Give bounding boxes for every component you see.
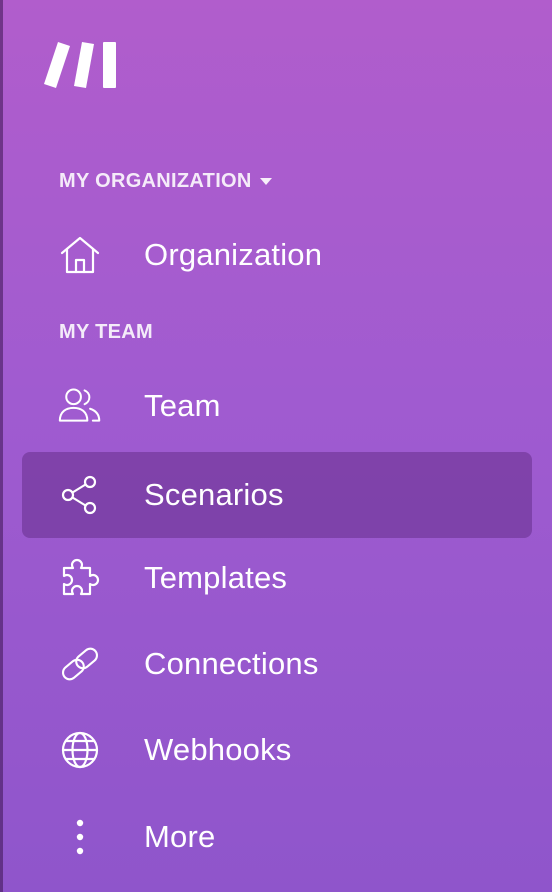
nav-item-connections[interactable]: Connections bbox=[22, 621, 532, 707]
puzzle-icon bbox=[58, 556, 102, 600]
nav-item-more[interactable]: More bbox=[22, 794, 532, 880]
make-logo-icon[interactable] bbox=[44, 40, 118, 90]
globe-icon bbox=[58, 728, 102, 772]
nav-label-templates: Templates bbox=[144, 560, 288, 595]
caret-down-icon bbox=[259, 178, 272, 185]
more-vertical-icon bbox=[58, 815, 102, 859]
nav-item-scenarios[interactable]: Scenarios bbox=[22, 452, 532, 538]
users-icon bbox=[58, 384, 102, 428]
link-icon bbox=[58, 642, 102, 686]
sidebar-left-border bbox=[0, 0, 3, 892]
nav-label-scenarios: Scenarios bbox=[144, 477, 284, 512]
nav-item-webhooks[interactable]: Webhooks bbox=[22, 707, 532, 793]
nav-label-organization: Organization bbox=[144, 237, 323, 272]
section-title-organization: MY ORGANIZATION bbox=[59, 170, 252, 192]
nav-label-webhooks: Webhooks bbox=[144, 732, 292, 767]
nav-label-more: More bbox=[144, 819, 216, 854]
nav-item-organization[interactable]: Organization bbox=[22, 212, 532, 298]
nav-item-templates[interactable]: Templates bbox=[22, 535, 532, 621]
home-icon bbox=[58, 233, 102, 277]
nav-item-team[interactable]: Team bbox=[22, 363, 532, 449]
section-title-team: MY TEAM bbox=[59, 321, 153, 343]
share-icon bbox=[58, 473, 102, 517]
my-team-header: MY TEAM bbox=[59, 321, 153, 344]
nav-label-connections: Connections bbox=[144, 646, 319, 681]
nav-label-team: Team bbox=[144, 388, 221, 423]
my-organization-dropdown[interactable]: MY ORGANIZATION bbox=[59, 170, 272, 193]
